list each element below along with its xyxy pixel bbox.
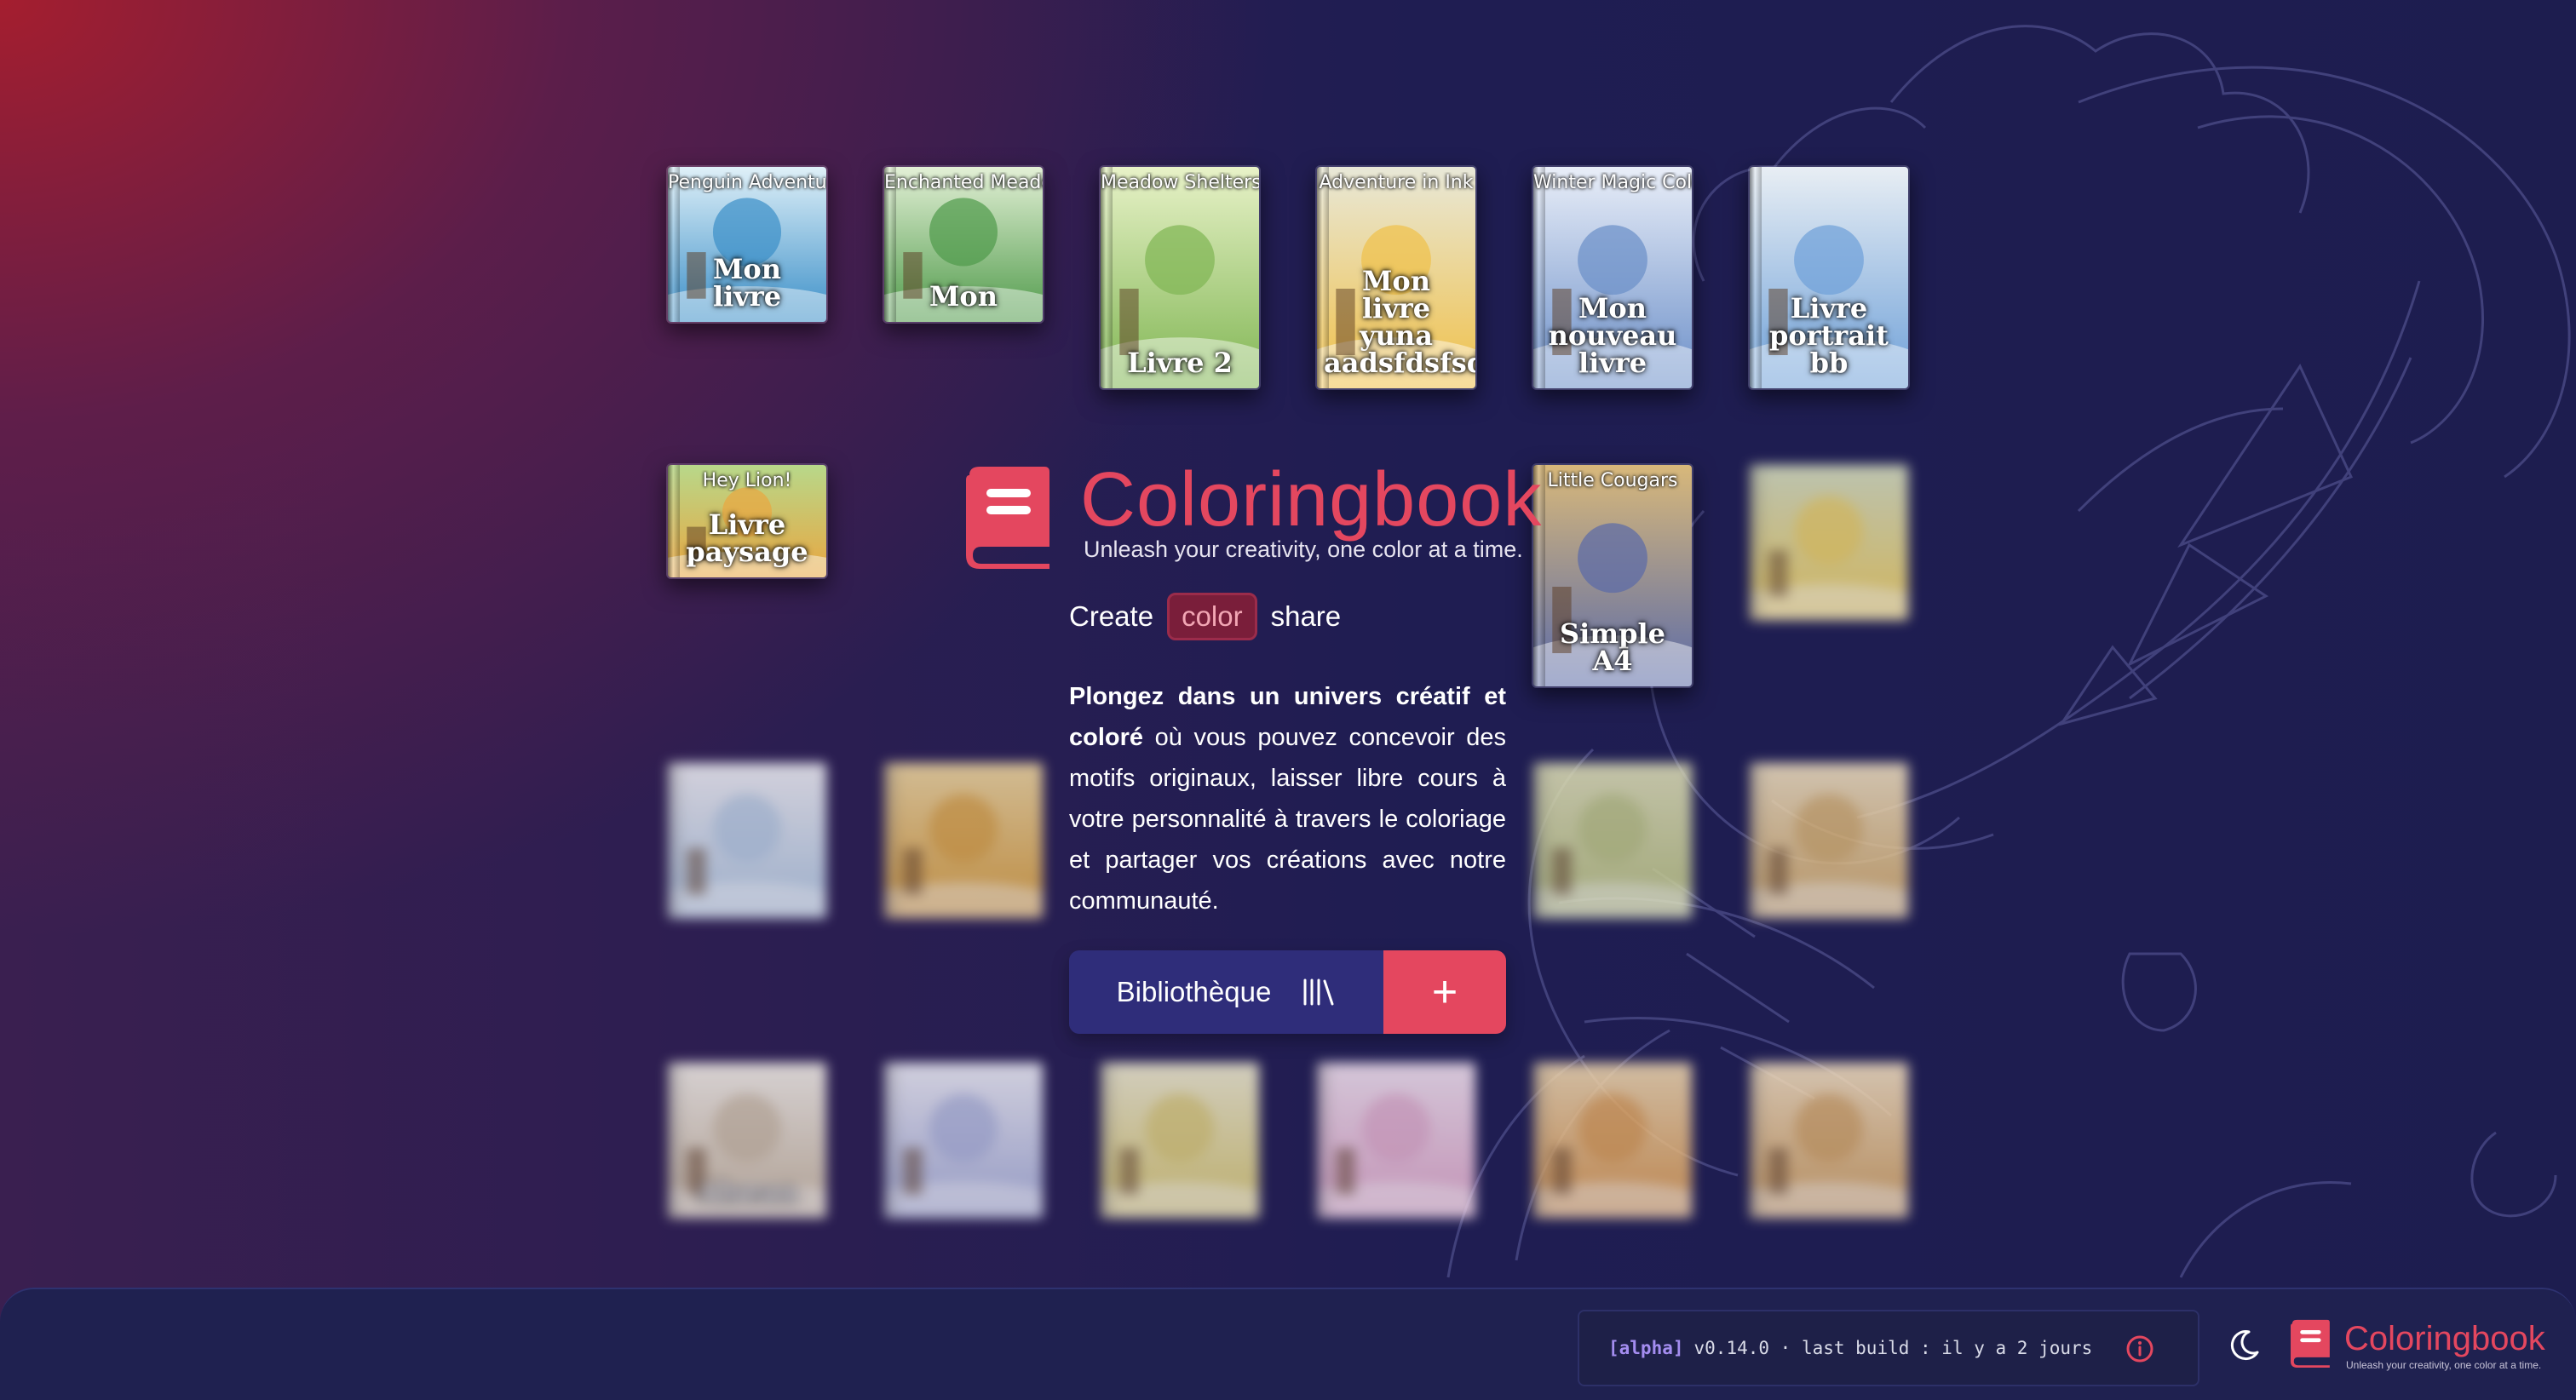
add-book-button[interactable]: + (1383, 950, 1506, 1034)
book-name: Simple A4 (1559, 617, 1665, 677)
book-name: Mon nouveau livre (1548, 292, 1677, 379)
book-cover-art (1101, 1063, 1259, 1218)
book-cover-title: Meadow Shelters (1101, 172, 1259, 193)
book-card[interactable]: Alsean (666, 1061, 828, 1219)
book-card[interactable] (1532, 1061, 1693, 1219)
book-cover-art (884, 1063, 1043, 1218)
book-name: Livre 2 (1127, 347, 1233, 379)
book-card[interactable] (1532, 761, 1693, 920)
library-button[interactable]: Bibliothèque (1069, 950, 1383, 1034)
brand-tagline: Unleash your creativity, one color at a … (1084, 536, 1523, 562)
book-cover-title: Winter Magic Coloring Book (1533, 172, 1692, 193)
build-info: [alpha] v0.14.0 · last build : il y a 2 … (1578, 1310, 2199, 1386)
book-cover-art (1317, 1063, 1475, 1218)
book-name: Mon livre (712, 253, 782, 313)
cta-button-group: Bibliothèque + (1069, 950, 1506, 1034)
library-button-label: Bibliothèque (1116, 976, 1272, 1007)
book-cover-title: Adventure in Ink (1319, 172, 1474, 193)
book-spine (884, 763, 896, 918)
book-cover-title: Hey Lion! (702, 470, 792, 491)
book-card[interactable] (1315, 1061, 1477, 1219)
book-card[interactable]: Hey Lion! Livre paysage (666, 463, 828, 579)
motto: Create color share (1069, 593, 1341, 640)
book-card[interactable]: Livre portrait bb (1748, 165, 1910, 390)
footer-logo-title: Coloringbook (2344, 1320, 2545, 1357)
plus-icon: + (1431, 967, 1458, 1017)
book-name: Livre portrait bb (1769, 292, 1889, 379)
book-spine (668, 763, 680, 918)
book-spine (1533, 1063, 1545, 1218)
book-card[interactable]: Winter Magic Coloring Book Mon nouveau li… (1532, 165, 1693, 390)
book-card[interactable] (1748, 761, 1910, 920)
book-card[interactable]: Meadow Shelters Livre 2 (1099, 165, 1261, 390)
moon-icon[interactable] (2227, 1328, 2261, 1363)
book-card[interactable] (666, 761, 828, 920)
book-cover-title: Penguin Adventures (668, 172, 826, 193)
book-spine (1101, 1063, 1113, 1218)
book-card[interactable] (1099, 1061, 1261, 1219)
build-tag: [alpha] (1608, 1338, 1684, 1358)
book-cover-art (1750, 465, 1908, 620)
book-name: Mon (929, 280, 998, 313)
book-cover-art (1533, 1063, 1692, 1218)
motto-share: share (1270, 600, 1342, 632)
book-cover-art (1533, 763, 1692, 918)
motto-color-highlight: color (1167, 593, 1257, 640)
intro-description: Plongez dans un univers créatif et color… (1069, 676, 1506, 921)
book-cover-title: Enchanted Meadow (884, 172, 1043, 193)
info-icon[interactable] (2125, 1334, 2155, 1364)
intro-rest: où vous pouvez concevoir des motifs orig… (1069, 724, 1506, 915)
book-spine (1750, 465, 1762, 620)
book-icon (2291, 1319, 2330, 1368)
book-cover-title: Little Cougars (1547, 470, 1678, 491)
book-card[interactable]: Adventure in Ink Mon livre yuna aadsfdsfs… (1315, 165, 1477, 390)
book-spine (1533, 763, 1545, 918)
book-name: Livre paysage (686, 508, 808, 568)
library-icon (1303, 978, 1334, 1006)
book-name: Alsean (696, 1176, 798, 1208)
book-card[interactable]: Little Cougars Simple A4 (1532, 463, 1693, 688)
footer-logo[interactable]: Coloringbook Unleash your creativity, on… (2288, 1318, 2545, 1372)
book-card[interactable] (883, 1061, 1044, 1219)
book-cover-art (884, 763, 1043, 918)
book-card[interactable]: Enchanted Meadow Mon (883, 165, 1044, 324)
book-spine (1750, 763, 1762, 918)
brand-title: Coloringbook (1080, 457, 1543, 542)
book-cover-art (1750, 1063, 1908, 1218)
book-icon (966, 467, 1049, 569)
book-spine (1317, 1063, 1329, 1218)
build-text: v0.14.0 · last build : il y a 2 jours (1693, 1338, 2093, 1358)
motto-create: Create (1069, 600, 1154, 632)
book-cover-art (1750, 763, 1908, 918)
book-cover-art (668, 763, 826, 918)
book-card[interactable] (883, 761, 1044, 920)
book-card[interactable] (1748, 1061, 1910, 1219)
footer-logo-tagline: Unleash your creativity, one color at a … (2346, 1359, 2542, 1371)
book-spine (884, 1063, 896, 1218)
book-card[interactable] (1748, 463, 1910, 622)
book-spine (1750, 1063, 1762, 1218)
book-name: Mon livre yuna aadsfdsfsd (1324, 265, 1477, 379)
book-card[interactable]: Penguin Adventures Mon livre (666, 165, 828, 324)
